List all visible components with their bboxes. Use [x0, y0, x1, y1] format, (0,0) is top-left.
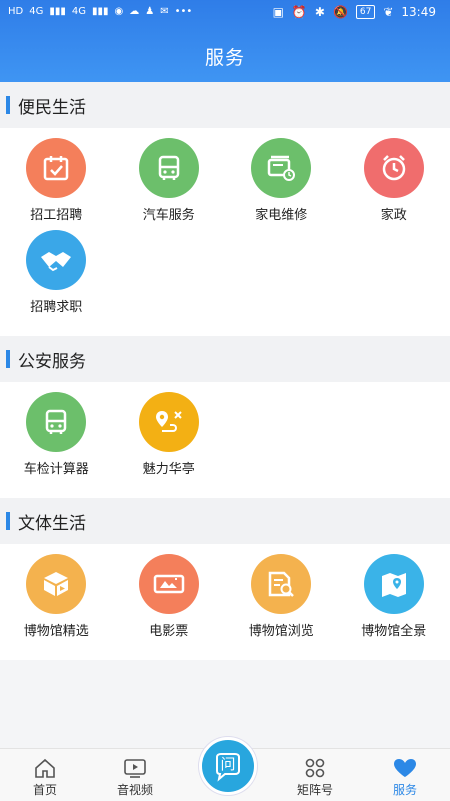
service-label: 车检计算器 — [24, 458, 89, 477]
handshake-icon — [26, 230, 86, 290]
service-label: 博物馆全景 — [361, 620, 426, 639]
video-icon — [122, 757, 148, 779]
grid-icon — [303, 757, 327, 779]
status-bar: HD 4G ▮▮▮ 4G ▮▮▮ ◉ ☁ ♟ ✉ ••• ▣ ⏰ ✱ 🔕 67 … — [0, 0, 450, 28]
section-marker — [6, 350, 10, 368]
service-label: 家政 — [381, 204, 407, 223]
mute-icon: 🔕 — [333, 5, 348, 19]
heart-icon — [392, 757, 418, 779]
service-label: 博物馆精选 — [24, 620, 89, 639]
section-marker — [6, 512, 10, 530]
mail-icon: ✉ — [160, 6, 168, 17]
map-route-icon — [139, 392, 199, 452]
calendar-check-icon — [26, 138, 86, 198]
ask-label: 问 — [220, 753, 235, 774]
eye-icon: ◉ — [115, 6, 124, 17]
home-icon — [33, 757, 57, 779]
service-item-job-seeking[interactable]: 招聘求职 — [0, 230, 113, 322]
service-item-recruitment[interactable]: 招工招聘 — [0, 138, 113, 230]
tab-video[interactable]: 音视频 — [90, 749, 180, 801]
hd-indicator: HD — [8, 6, 23, 17]
dots-icon: ••• — [175, 6, 193, 17]
bottom-tab-bar: 首页 音视频 问 矩阵号 服务 — [0, 748, 450, 801]
signal-icon: ▮▮▮ — [49, 6, 66, 17]
section-header-police: 公安服务 — [0, 336, 450, 382]
service-label: 博物馆浏览 — [249, 620, 314, 639]
penguin-icon: ♟ — [145, 6, 154, 17]
header: HD 4G ▮▮▮ 4G ▮▮▮ ◉ ☁ ♟ ✉ ••• ▣ ⏰ ✱ 🔕 67 … — [0, 0, 450, 82]
service-item-museum-panorama[interactable]: 博物馆全景 — [338, 554, 450, 646]
service-label: 招工招聘 — [30, 204, 82, 223]
cloud-icon: ☁ — [129, 6, 139, 17]
section-grid-convenience: 招工招聘 汽车服务 家电维修 家政 招聘求职 — [0, 128, 450, 336]
tab-matrix[interactable]: 矩阵号 — [270, 749, 360, 801]
box-play-icon — [26, 554, 86, 614]
tab-label: 首页 — [33, 781, 57, 798]
section-title: 便民生活 — [18, 93, 86, 118]
signal-icon: ▮▮▮ — [92, 6, 109, 17]
section-header-culture: 文体生活 — [0, 498, 450, 544]
section-header-convenience: 便民生活 — [0, 82, 450, 128]
ask-button[interactable]: 问 — [199, 737, 257, 795]
service-label: 电影票 — [149, 620, 188, 639]
service-item-museum-featured[interactable]: 博物馆精选 — [0, 554, 113, 646]
section-title: 公安服务 — [18, 347, 86, 372]
signal-4g-1: 4G — [29, 6, 43, 17]
bus-icon — [139, 138, 199, 198]
tab-services[interactable]: 服务 — [360, 749, 450, 801]
ticket-icon — [139, 554, 199, 614]
alarm-icon: ⏰ — [292, 5, 307, 19]
map-pin-icon — [364, 554, 424, 614]
service-item-huating[interactable]: 魅力华亭 — [113, 392, 226, 484]
battery-icon: 67 — [356, 5, 375, 19]
service-item-museum-browse[interactable]: 博物馆浏览 — [225, 554, 338, 646]
service-item-car[interactable]: 汽车服务 — [113, 138, 226, 230]
alarm-clock-icon — [364, 138, 424, 198]
appliance-repair-icon — [251, 138, 311, 198]
tab-label: 矩阵号 — [297, 781, 333, 798]
bluetooth-icon: ✱ — [315, 5, 325, 19]
service-item-appliance-repair[interactable]: 家电维修 — [225, 138, 338, 230]
section-grid-police: 车检计算器 魅力华亭 — [0, 382, 450, 498]
signal-4g-2: 4G — [72, 6, 86, 17]
service-label: 魅力华亭 — [143, 458, 195, 477]
tab-label: 音视频 — [117, 781, 153, 798]
service-item-housekeeping[interactable]: 家政 — [338, 138, 450, 230]
section-title: 文体生活 — [18, 509, 86, 534]
bus-icon — [26, 392, 86, 452]
section-marker — [6, 96, 10, 114]
tab-home[interactable]: 首页 — [0, 749, 90, 801]
clock-text: 13:49 — [401, 5, 436, 19]
page-title: 服务 — [0, 43, 450, 70]
service-item-vehicle-inspection[interactable]: 车检计算器 — [0, 392, 113, 484]
service-label: 汽车服务 — [143, 204, 195, 223]
service-item-movie-ticket[interactable]: 电影票 — [113, 554, 226, 646]
services-list[interactable]: 便民生活 招工招聘 汽车服务 家电维修 家政 — [0, 82, 450, 748]
nfc-icon: ▣ — [273, 5, 284, 19]
section-grid-culture: 博物馆精选 电影票 博物馆浏览 博物馆全景 — [0, 544, 450, 660]
service-label: 招聘求职 — [30, 296, 82, 315]
service-label: 家电维修 — [255, 204, 307, 223]
leaf-icon: ❦ — [383, 5, 393, 19]
document-search-icon — [251, 554, 311, 614]
tab-label: 服务 — [393, 781, 417, 798]
